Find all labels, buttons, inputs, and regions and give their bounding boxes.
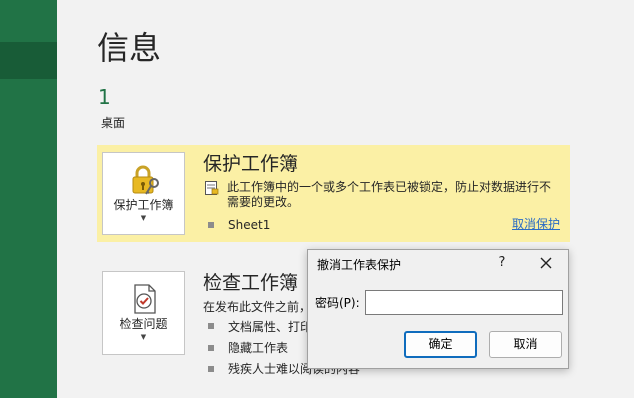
dialog-title: 撤消工作表保护 — [317, 258, 402, 272]
help-button[interactable]: ? — [494, 255, 510, 273]
password-input[interactable] — [365, 290, 563, 315]
ok-button[interactable]: 确定 — [404, 331, 477, 358]
inspect-description: 在发布此文件之前， — [203, 300, 312, 314]
inspect-item: 文档属性、打印 — [228, 320, 313, 334]
chevron-down-icon: ▼ — [140, 214, 147, 222]
close-icon[interactable] — [537, 254, 555, 272]
file-name: 1 — [98, 85, 111, 109]
bullet-icon — [208, 323, 214, 329]
unprotect-sheet-dialog: 撤消工作表保护 ? 密码(P): 确定 取消 — [307, 249, 569, 369]
protect-workbook-title: 保护工作簿 — [203, 153, 299, 175]
password-label: 密码(P): — [315, 296, 360, 310]
lock-key-icon — [132, 165, 159, 195]
check-for-issues-button[interactable]: 检查问题 ▼ — [102, 271, 185, 355]
bullet-icon — [208, 345, 214, 351]
inspect-item: 隐藏工作表 — [228, 341, 289, 355]
protect-workbook-section: 保护工作簿 ▼ 保护工作簿 此工作簿中的一个或多个工作表已被锁定，防止对数据进行… — [97, 145, 570, 242]
file-location[interactable]: 桌面 — [101, 115, 125, 131]
unprotect-link[interactable]: 取消保护 — [512, 216, 560, 232]
bullet-icon — [208, 366, 214, 372]
backstage-sidebar — [0, 0, 57, 398]
chevron-down-icon: ▼ — [140, 333, 147, 341]
inspect-workbook-title: 检查工作簿 — [203, 272, 299, 294]
check-for-issues-label: 检查问题 — [119, 317, 168, 331]
protect-workbook-button-label: 保护工作簿 — [113, 198, 174, 212]
cancel-button[interactable]: 取消 — [489, 331, 562, 358]
locked-sheet-icon — [205, 181, 219, 195]
bullet-icon — [208, 222, 214, 228]
protect-workbook-button[interactable]: 保护工作簿 ▼ — [102, 152, 185, 235]
document-check-icon — [134, 284, 156, 314]
protected-sheet-item: Sheet1 — [228, 218, 271, 232]
protect-description: 此工作簿中的一个或多个工作表已被锁定，防止对数据进行不需要的更改。 — [227, 180, 552, 209]
sidebar-item-info[interactable] — [0, 42, 57, 79]
page-title: 信息 — [97, 29, 162, 67]
